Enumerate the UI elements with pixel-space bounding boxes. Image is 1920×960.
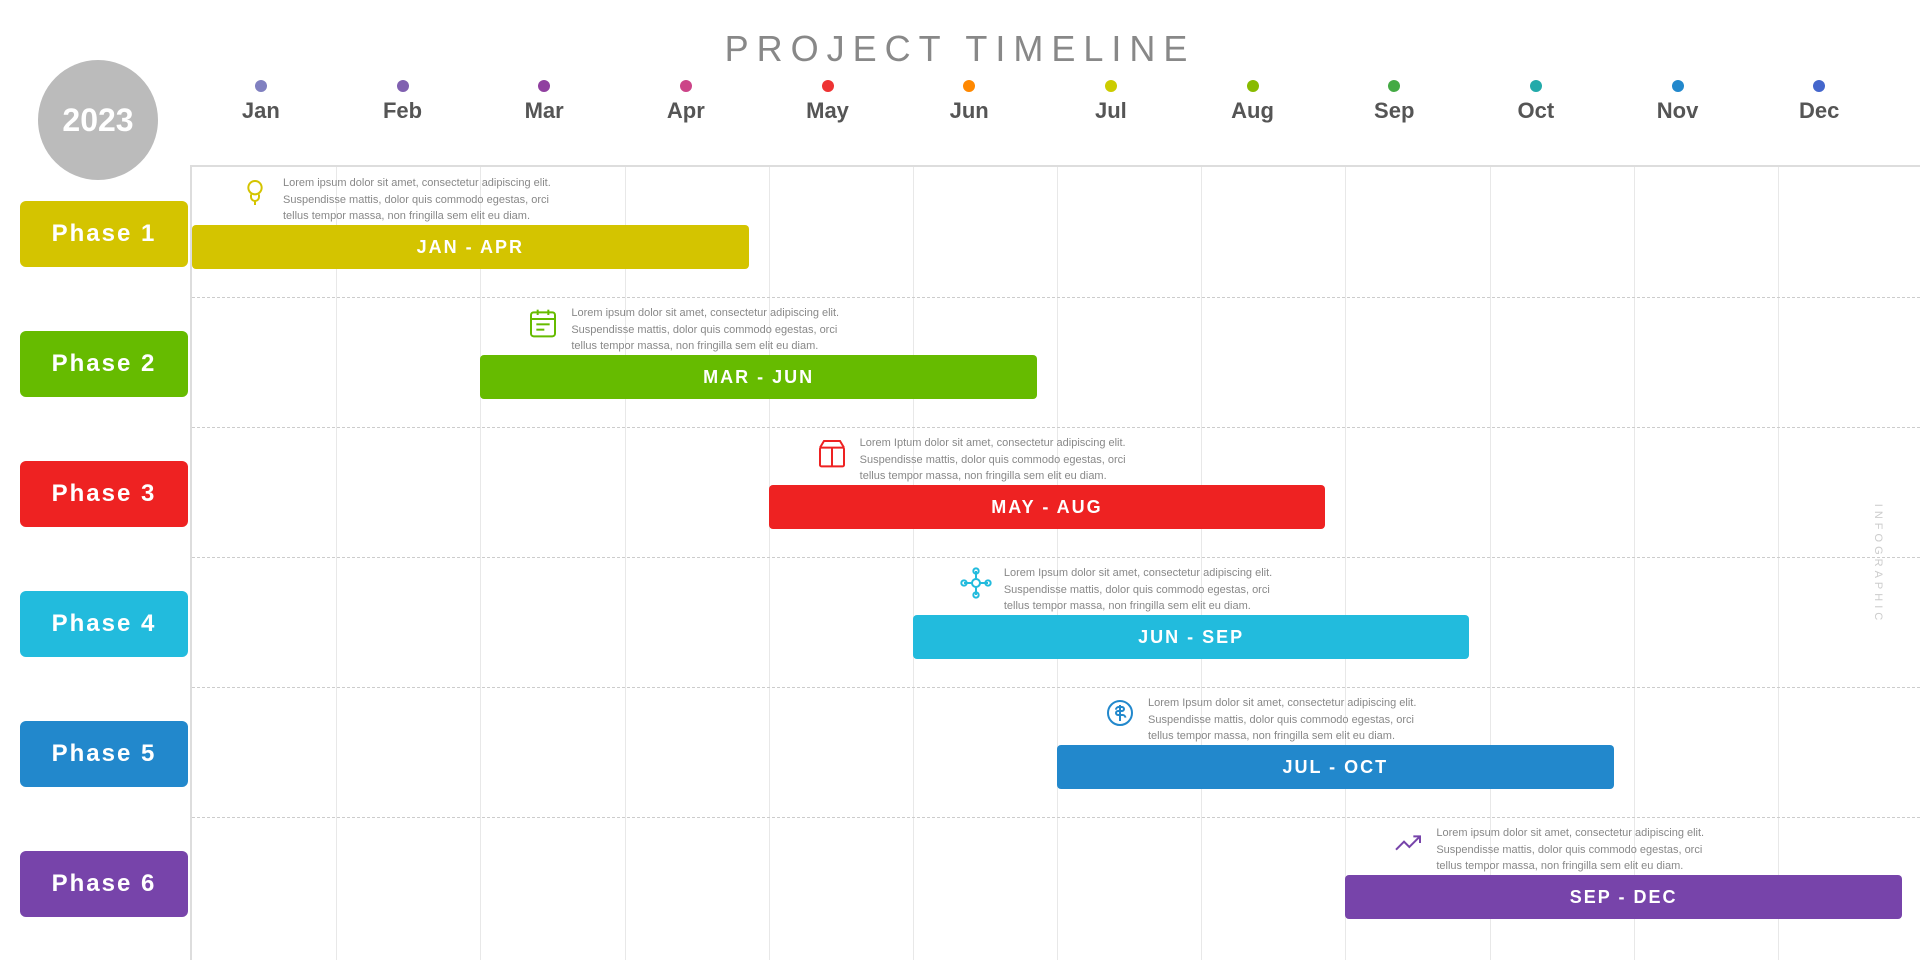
infographic-label: INFOGRAPHIC: [1872, 503, 1884, 623]
h-line: [192, 557, 1920, 558]
phase-icon-6: [1390, 825, 1426, 861]
phase-info-3: Lorem Iptum dolor sit amet, consectetur …: [814, 435, 1134, 485]
month-label: Oct: [1518, 98, 1555, 124]
month-col-aug: Aug: [1182, 80, 1324, 124]
phase-info-1: Lorem ipsum dolor sit amet, consectetur …: [237, 175, 557, 225]
month-label: Dec: [1799, 98, 1839, 124]
h-line: [192, 817, 1920, 818]
month-dot: [680, 80, 692, 92]
phase-bar-6: SEP - DEC: [1345, 875, 1902, 919]
month-dot: [255, 80, 267, 92]
phase-info-2: Lorem ipsum dolor sit amet, consectetur …: [525, 305, 845, 355]
month-label: Feb: [383, 98, 422, 124]
month-col-dec: Dec: [1748, 80, 1890, 124]
phase-info-4: Lorem Ipsum dolor sit amet, consectetur …: [958, 565, 1278, 615]
months-row: Jan Feb Mar Apr May Jun Jul Aug Sep Oct …: [190, 80, 1920, 124]
gantt-area: INFOGRAPHIC Lorem ipsum dolor sit amet, …: [190, 165, 1920, 960]
grid-line: [1201, 167, 1202, 960]
month-dot: [538, 80, 550, 92]
month-label: Mar: [525, 98, 564, 124]
phase-label-1: Phase 1: [20, 201, 188, 267]
month-col-apr: Apr: [615, 80, 757, 124]
phase-label-4: Phase 4: [20, 591, 188, 657]
page-title: PROJECT TIMELINE: [0, 0, 1920, 70]
grid-line: [480, 167, 481, 960]
grid-line: [913, 167, 914, 960]
grid-line: [769, 167, 770, 960]
month-dot: [822, 80, 834, 92]
month-col-may: May: [757, 80, 899, 124]
phase-info-6: Lorem ipsum dolor sit amet, consectetur …: [1390, 825, 1710, 875]
grid-line: [1057, 167, 1058, 960]
grid-line: [625, 167, 626, 960]
month-col-oct: Oct: [1465, 80, 1607, 124]
month-dot: [1672, 80, 1684, 92]
phase-label-2: Phase 2: [20, 331, 188, 397]
phase-desc-3: Lorem Iptum dolor sit amet, consectetur …: [860, 435, 1134, 485]
phase-icon-2: [525, 305, 561, 341]
month-label: Jun: [950, 98, 989, 124]
phase-desc-2: Lorem ipsum dolor sit amet, consectetur …: [571, 305, 845, 355]
phase-bar-3: MAY - AUG: [769, 485, 1326, 529]
phase-bar-2: MAR - JUN: [480, 355, 1037, 399]
phase-icon-4: [958, 565, 994, 601]
phases-col: Phase 1 Phase 2 Phase 3 Phase 4 Phase 5 Phase…: [20, 165, 188, 960]
month-col-jan: Jan: [190, 80, 332, 124]
month-dot: [1388, 80, 1400, 92]
month-dot: [397, 80, 409, 92]
month-dot: [1530, 80, 1542, 92]
month-col-mar: Mar: [473, 80, 615, 124]
phase-icon-3: [814, 435, 850, 471]
phase-info-5: Lorem Ipsum dolor sit amet, consectetur …: [1102, 695, 1422, 745]
phase-label-5: Phase 5: [20, 721, 188, 787]
h-line: [192, 427, 1920, 428]
grid-line: [336, 167, 337, 960]
month-label: Nov: [1657, 98, 1699, 124]
month-dot: [1105, 80, 1117, 92]
grid-line: [1778, 167, 1779, 960]
phase-label-6: Phase 6: [20, 851, 188, 917]
month-col-feb: Feb: [332, 80, 474, 124]
month-col-nov: Nov: [1607, 80, 1749, 124]
phase-icon-1: [237, 175, 273, 211]
month-label: Apr: [667, 98, 705, 124]
month-label: Jul: [1095, 98, 1127, 124]
year-badge: 2023: [38, 60, 158, 180]
month-label: May: [806, 98, 849, 124]
phase-bar-4: JUN - SEP: [913, 615, 1470, 659]
month-dot: [1813, 80, 1825, 92]
phase-desc-5: Lorem Ipsum dolor sit amet, consectetur …: [1148, 695, 1422, 745]
phase-desc-6: Lorem ipsum dolor sit amet, consectetur …: [1436, 825, 1710, 875]
phase-label-3: Phase 3: [20, 461, 188, 527]
grid-line: [1345, 167, 1346, 960]
month-col-sep: Sep: [1323, 80, 1465, 124]
phase-desc-1: Lorem ipsum dolor sit amet, consectetur …: [283, 175, 557, 225]
phase-bar-5: JUL - OCT: [1057, 745, 1614, 789]
h-line: [192, 297, 1920, 298]
phase-icon-5: [1102, 695, 1138, 731]
month-col-jul: Jul: [1040, 80, 1182, 124]
phase-desc-4: Lorem Ipsum dolor sit amet, consectetur …: [1004, 565, 1278, 615]
month-dot: [963, 80, 975, 92]
month-dot: [1247, 80, 1259, 92]
h-line: [192, 687, 1920, 688]
month-label: Sep: [1374, 98, 1414, 124]
month-label: Aug: [1231, 98, 1274, 124]
month-col-jun: Jun: [898, 80, 1040, 124]
month-label: Jan: [242, 98, 280, 124]
phase-bar-1: JAN - APR: [192, 225, 749, 269]
